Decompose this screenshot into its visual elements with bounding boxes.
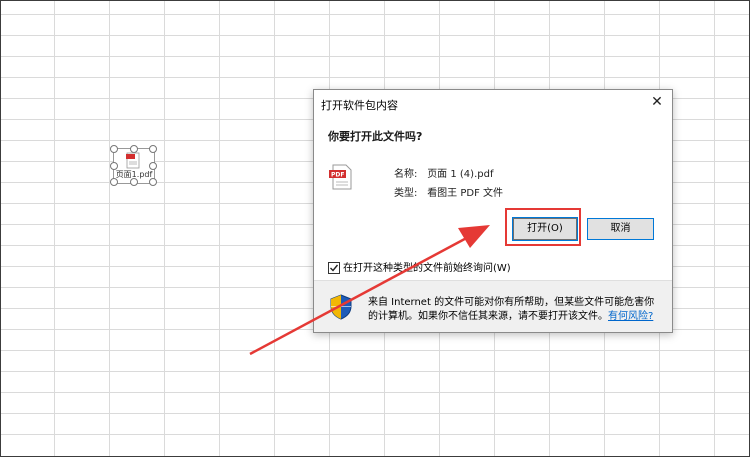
always-ask-checkbox-row[interactable]: 在打开这种类型的文件前始终询问(W): [328, 259, 511, 274]
checkmark-icon: [330, 264, 339, 272]
dialog-title: 打开软件包内容: [321, 99, 398, 112]
dialog-question: 你要打开此文件吗?: [328, 130, 423, 143]
help-link[interactable]: 有何风险?: [608, 311, 653, 322]
name-value: 页面 1 (4).pdf: [427, 169, 494, 180]
always-ask-checkbox[interactable]: [328, 262, 340, 274]
security-shield-icon: [330, 294, 352, 320]
pdf-document-icon: PDF: [329, 164, 352, 190]
svg-text:PDF: PDF: [331, 172, 344, 179]
pdf-file-icon: [126, 152, 140, 169]
file-name-row: 名称: 页面 1 (4).pdf: [394, 165, 493, 180]
embedded-pdf-object[interactable]: 页面1.pdf: [110, 145, 157, 186]
type-value: 看图王 PDF 文件: [427, 188, 504, 199]
embedded-object-label: 页面1.pdf: [115, 170, 153, 179]
close-icon[interactable]: ✕: [648, 93, 666, 111]
name-label: 名称:: [394, 169, 418, 180]
checkbox-label: 在打开这种类型的文件前始终询问(W): [343, 263, 511, 274]
type-label: 类型:: [394, 188, 418, 199]
resize-handle-tl[interactable]: [110, 145, 118, 153]
open-button[interactable]: 打开(O): [512, 217, 578, 241]
cancel-button[interactable]: 取消: [587, 218, 654, 240]
resize-handle-tr[interactable]: [149, 145, 157, 153]
open-package-dialog: 打开软件包内容 ✕ 你要打开此文件吗? PDF 名称: 页面 1 (4).pdf…: [313, 89, 673, 333]
file-type-row: 类型: 看图王 PDF 文件: [394, 184, 503, 199]
warning-message: 来自 Internet 的文件可能对你有所帮助，但某些文件可能危害你的计算机。如…: [368, 296, 664, 324]
